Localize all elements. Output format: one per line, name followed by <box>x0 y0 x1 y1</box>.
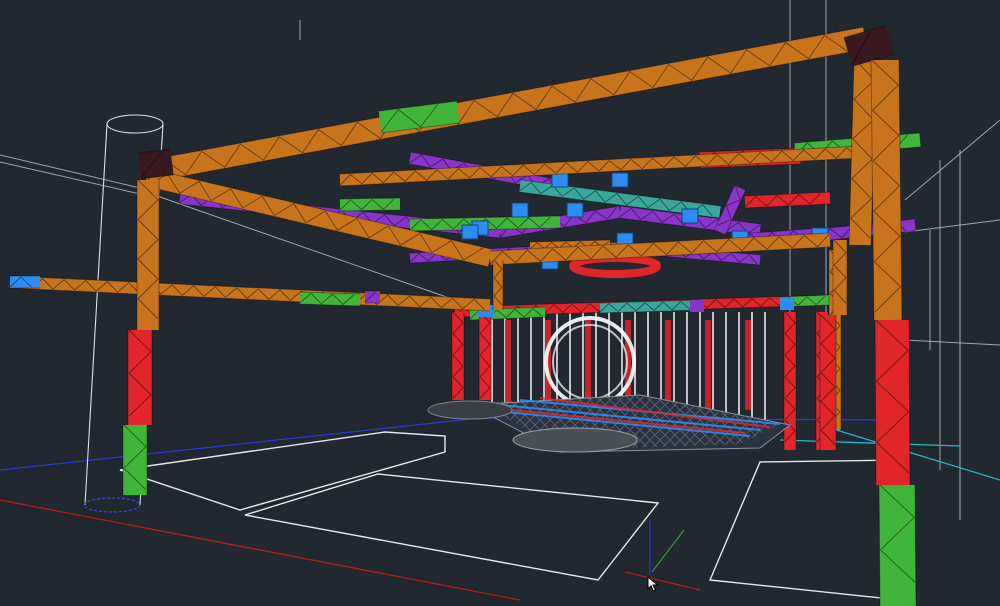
left-outrigger-end <box>9 275 40 289</box>
cad-3d-viewport[interactable] <box>0 0 1000 606</box>
left-column-red <box>127 329 153 425</box>
right-inner-column <box>832 239 848 315</box>
right-column-red <box>874 319 911 486</box>
back-column <box>451 311 465 400</box>
top-left-corner-block <box>138 148 174 180</box>
left-column-orange <box>136 179 160 330</box>
back-column <box>783 311 797 450</box>
ceiling-green-left <box>339 197 401 212</box>
arrow-pointer-icon <box>647 576 659 592</box>
back-column <box>478 311 492 400</box>
right-inner-column-red <box>819 314 837 450</box>
left-column-green <box>122 424 148 495</box>
left-outrigger-purple <box>364 290 380 304</box>
right-column-green <box>878 484 917 606</box>
right-column-orange <box>870 59 903 321</box>
back-left-column <box>492 259 504 310</box>
left-outrigger-green <box>299 291 361 307</box>
